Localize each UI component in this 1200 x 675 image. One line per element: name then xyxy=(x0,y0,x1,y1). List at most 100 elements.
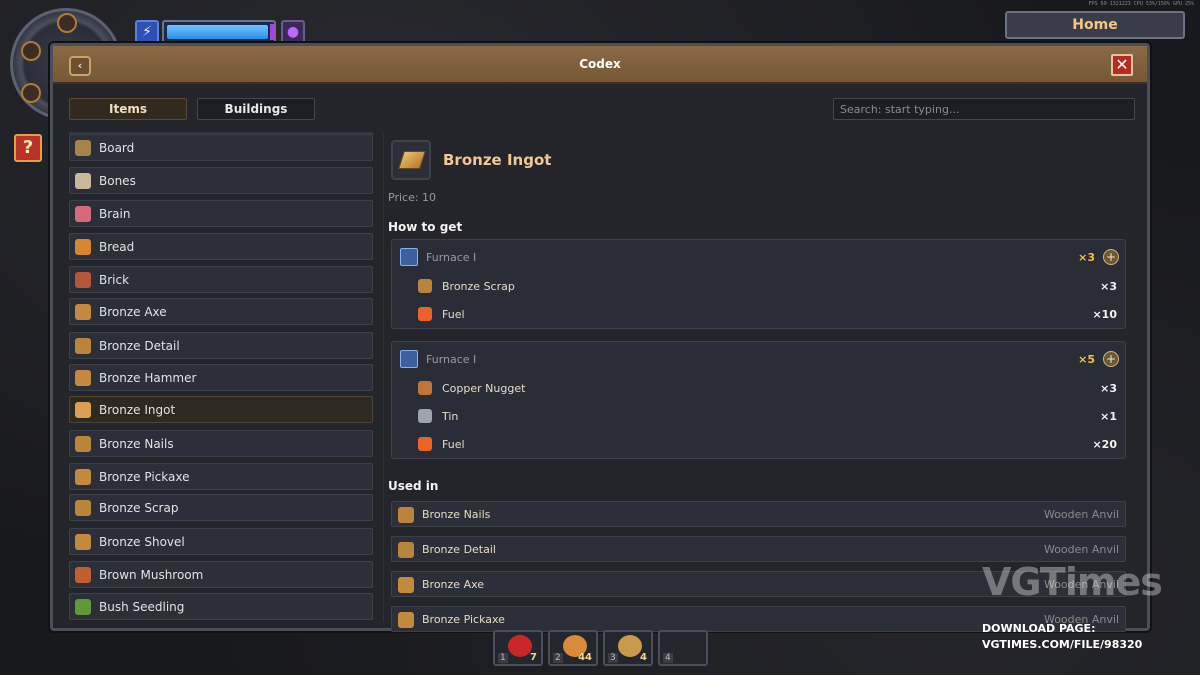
list-item[interactable]: Brain xyxy=(69,200,373,227)
list-item[interactable]: Bronze Hammer xyxy=(69,364,373,391)
how-to-get-heading: How to get xyxy=(388,220,463,234)
list-item[interactable]: Bronze Nails xyxy=(69,430,373,457)
brain-icon xyxy=(75,206,91,222)
ingredient-label: Fuel xyxy=(442,308,465,321)
used-in-label: Bronze Detail xyxy=(422,543,496,556)
watermark-line1: DOWNLOAD PAGE: xyxy=(982,622,1096,635)
used-in-station: Wooden Anvil xyxy=(1043,543,1119,556)
debug-stats: FPS 60 1321223 CPU 53%/150% GPU 25% xyxy=(1088,1,1194,7)
list-item-label: Bones xyxy=(99,174,136,188)
hotbar-slot[interactable]: 4 xyxy=(658,630,708,666)
furnace-icon xyxy=(400,350,418,368)
tab-items[interactable]: Items xyxy=(69,98,187,120)
list-item-label: Bronze Ingot xyxy=(99,403,176,417)
list-item-label: Brown Mushroom xyxy=(99,568,204,582)
fire-icon xyxy=(418,437,432,451)
ring-slot[interactable] xyxy=(57,13,77,33)
list-item[interactable]: Bones xyxy=(69,167,373,194)
list-item[interactable]: Bush Seedling xyxy=(69,593,373,620)
window-title: Codex xyxy=(579,57,621,71)
used-in-row[interactable]: Bronze Nails Wooden Anvil xyxy=(391,501,1126,527)
watermark-logo: VGTimes xyxy=(982,560,1163,604)
list-item-label: Bronze Nails xyxy=(99,437,174,451)
pickaxe-icon xyxy=(398,612,414,628)
used-in-label: Bronze Axe xyxy=(422,578,485,591)
recipe-card: Furnace I ×3 + Bronze Scrap ×3 Fuel ×10 xyxy=(391,239,1126,329)
ingredient-quantity: ×3 xyxy=(1100,280,1117,293)
title-bar: ‹ Codex ✕ xyxy=(53,46,1147,84)
nugget-icon xyxy=(418,381,432,395)
list-item[interactable]: Brown Mushroom xyxy=(69,561,373,588)
ingredient-label: Fuel xyxy=(442,438,465,451)
divider xyxy=(383,134,384,622)
axe-icon xyxy=(75,304,91,320)
help-button[interactable]: ? xyxy=(14,134,42,162)
craft-plus-button[interactable]: + xyxy=(1103,249,1119,265)
list-item[interactable]: Bronze Detail xyxy=(69,332,373,359)
furnace-icon xyxy=(400,248,418,266)
hotbar-slot-number: 2 xyxy=(553,653,563,663)
hotbar-slot[interactable]: 17 xyxy=(493,630,543,666)
price-label: Price: 10 xyxy=(388,191,437,204)
nails-icon xyxy=(398,507,414,523)
list-item-label: Bread xyxy=(99,240,135,254)
list-item-label: Bronze Scrap xyxy=(99,501,179,515)
recipe-card: Furnace I ×5 + Copper Nugget ×3 Tin ×1 Fuel ×20 xyxy=(391,341,1126,459)
bread-icon xyxy=(75,239,91,255)
list-item[interactable]: Bronze Shovel xyxy=(69,528,373,555)
used-in-row[interactable]: Bronze Detail Wooden Anvil xyxy=(391,536,1126,562)
recipe-yield: ×5 xyxy=(1078,353,1095,366)
energy-bar xyxy=(162,20,276,44)
list-item-label: Brick xyxy=(99,273,130,287)
list-item-label: Board xyxy=(99,141,135,155)
watermark-line2: VGTIMES.COM/FILE/98320 xyxy=(982,638,1143,651)
list-item-label: Bronze Axe xyxy=(99,305,167,319)
list-item[interactable]: Bronze Scrap xyxy=(69,494,373,521)
detail-title: Bronze Ingot xyxy=(443,151,552,169)
ring-slot[interactable] xyxy=(21,83,41,103)
station-label: Furnace I xyxy=(426,251,477,264)
item-list[interactable]: Board Bones Brain Bread Brick Bronze Axe Bronz… xyxy=(69,134,373,622)
list-item-label: Brain xyxy=(99,207,131,221)
ring-slot[interactable] xyxy=(21,41,41,61)
detail-icon xyxy=(398,542,414,558)
list-item[interactable]: Bread xyxy=(69,233,373,260)
list-item-label: Bronze Hammer xyxy=(99,371,197,385)
purple-orb-icon[interactable]: ● xyxy=(281,20,305,44)
list-item-label: Bronze Detail xyxy=(99,339,180,353)
mushroom-icon xyxy=(75,567,91,583)
scrap-icon xyxy=(75,500,91,516)
hotbar-slot[interactable]: 34 xyxy=(603,630,653,666)
list-item[interactable]: Bronze Axe xyxy=(69,298,373,325)
station-label: Furnace I xyxy=(426,353,477,366)
hotbar-slot[interactable]: 2 44 xyxy=(548,630,598,666)
board-icon xyxy=(75,140,91,156)
tab-buildings[interactable]: Buildings xyxy=(197,98,315,120)
list-item[interactable]: Bronze Ingot xyxy=(69,396,373,423)
energy-bar-cap xyxy=(270,24,276,40)
used-in-label: Bronze Nails xyxy=(422,508,491,521)
used-in-station: Wooden Anvil xyxy=(1043,508,1119,521)
tin-icon xyxy=(418,409,432,423)
hotbar-slot-count: 44 xyxy=(578,652,592,663)
ingredient-label: Bronze Scrap xyxy=(442,280,515,293)
hotbar-slot-number: 1 xyxy=(498,653,508,663)
berries-icon xyxy=(508,635,532,657)
recipe-yield: ×3 xyxy=(1078,251,1095,264)
list-item[interactable]: Board xyxy=(69,134,373,161)
hotbar-slot-number: 3 xyxy=(608,653,618,663)
list-item[interactable]: Brick xyxy=(69,266,373,293)
ingredient-quantity: ×3 xyxy=(1100,382,1117,395)
list-item[interactable]: Bronze Pickaxe xyxy=(69,463,373,490)
home-button[interactable]: Home xyxy=(1005,11,1185,39)
craft-plus-button[interactable]: + xyxy=(1103,351,1119,367)
axe-icon xyxy=(398,577,414,593)
search-input[interactable] xyxy=(833,98,1135,120)
shovel-icon xyxy=(75,534,91,550)
ingot-icon xyxy=(75,402,91,418)
bones-icon xyxy=(75,173,91,189)
close-button[interactable]: ✕ xyxy=(1111,54,1133,76)
used-in-heading: Used in xyxy=(388,479,439,493)
ingredient-label: Copper Nugget xyxy=(442,382,526,395)
detail-icon xyxy=(75,338,91,354)
